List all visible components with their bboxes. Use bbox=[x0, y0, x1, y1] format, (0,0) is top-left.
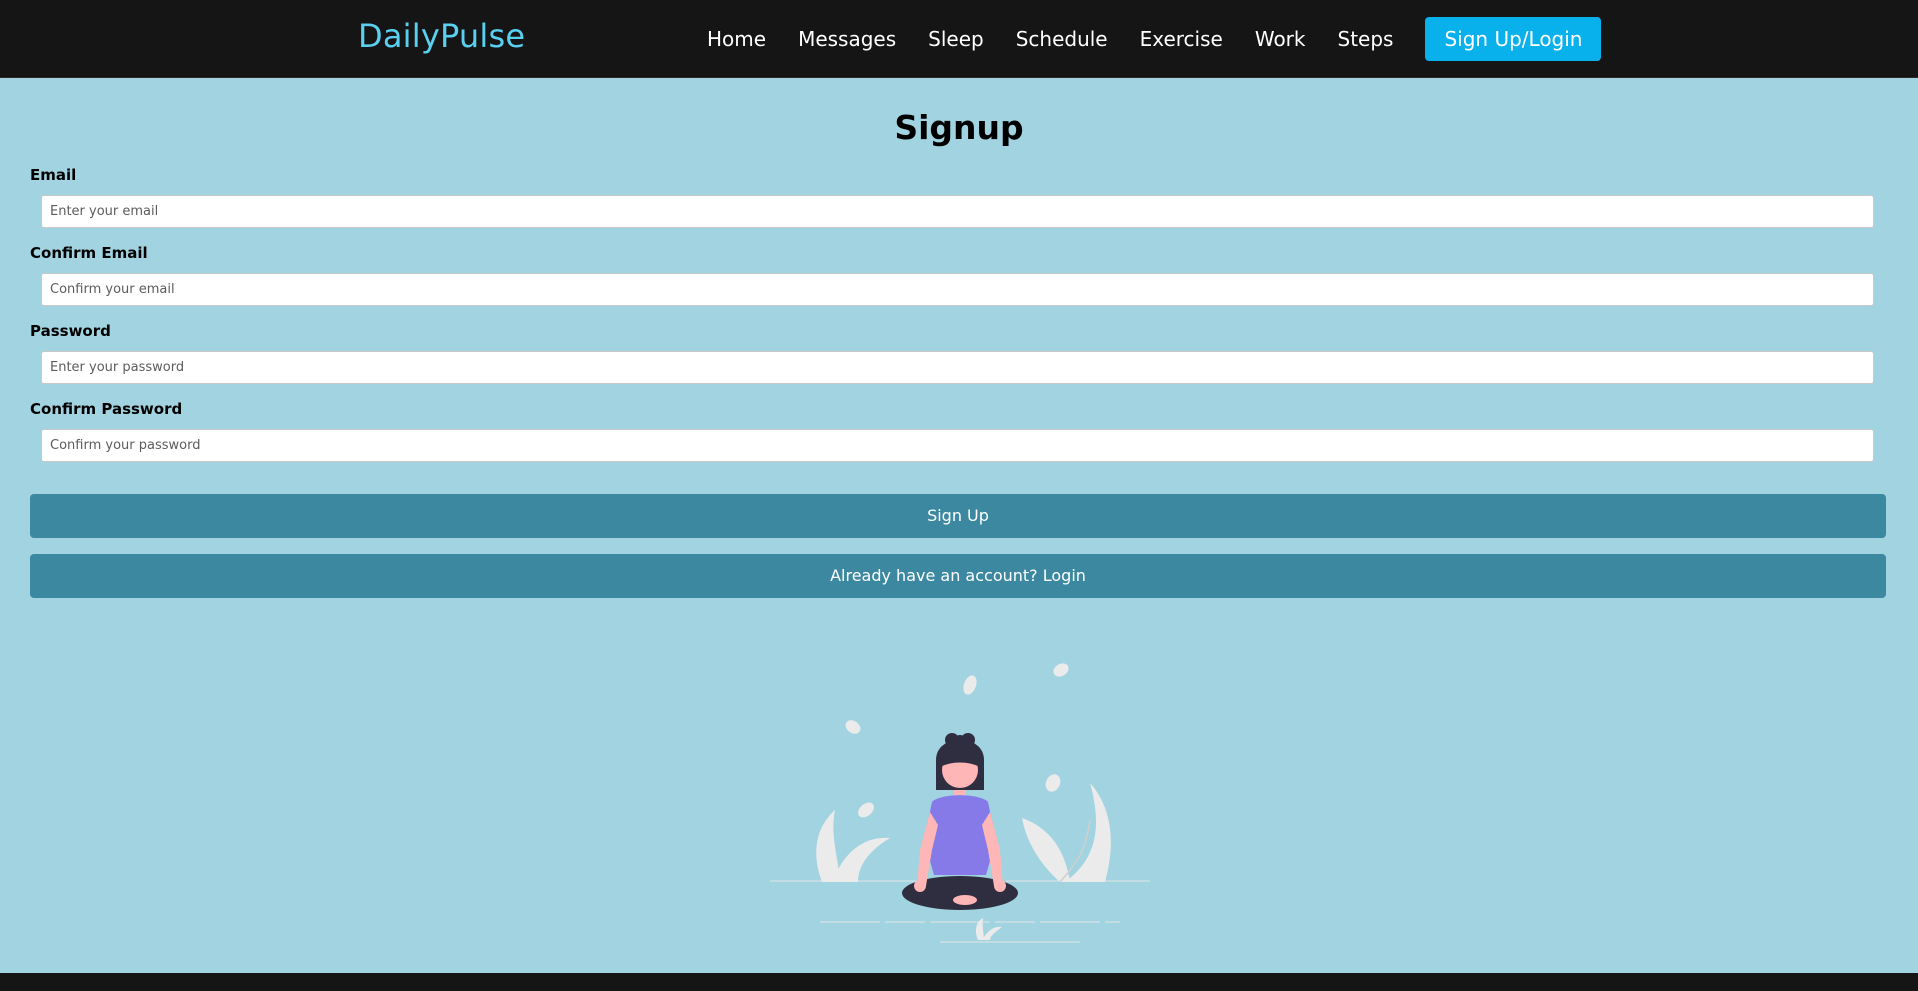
email-label: Email bbox=[30, 166, 77, 184]
nav-link-steps[interactable]: Steps bbox=[1338, 27, 1394, 51]
password-label: Password bbox=[30, 322, 111, 340]
confirm-password-field[interactable] bbox=[41, 429, 1874, 462]
nav-link-work[interactable]: Work bbox=[1255, 27, 1306, 51]
confirm-email-field[interactable] bbox=[41, 273, 1874, 306]
signup-login-button[interactable]: Sign Up/Login bbox=[1425, 17, 1602, 61]
confirm-password-label: Confirm Password bbox=[30, 400, 183, 418]
confirm-email-label: Confirm Email bbox=[30, 244, 148, 262]
email-field[interactable] bbox=[41, 195, 1874, 228]
page-footer bbox=[0, 973, 1918, 991]
brand-logo[interactable]: DailyPulse bbox=[358, 17, 525, 55]
page-title: Signup bbox=[894, 108, 1024, 147]
login-redirect-button[interactable]: Already have an account? Login bbox=[30, 554, 1886, 598]
meditation-illustration bbox=[770, 663, 1150, 943]
nav-link-schedule[interactable]: Schedule bbox=[1016, 27, 1108, 51]
password-field[interactable] bbox=[41, 351, 1874, 384]
nav-link-exercise[interactable]: Exercise bbox=[1140, 27, 1223, 51]
nav-link-sleep[interactable]: Sleep bbox=[928, 27, 984, 51]
nav-link-home[interactable]: Home bbox=[707, 27, 766, 51]
nav-links: Home Messages Sleep Schedule Exercise Wo… bbox=[691, 0, 1602, 78]
nav-link-messages[interactable]: Messages bbox=[798, 27, 896, 51]
signup-submit-button[interactable]: Sign Up bbox=[30, 494, 1886, 538]
top-navbar: DailyPulse Home Messages Sleep Schedule … bbox=[0, 0, 1918, 78]
